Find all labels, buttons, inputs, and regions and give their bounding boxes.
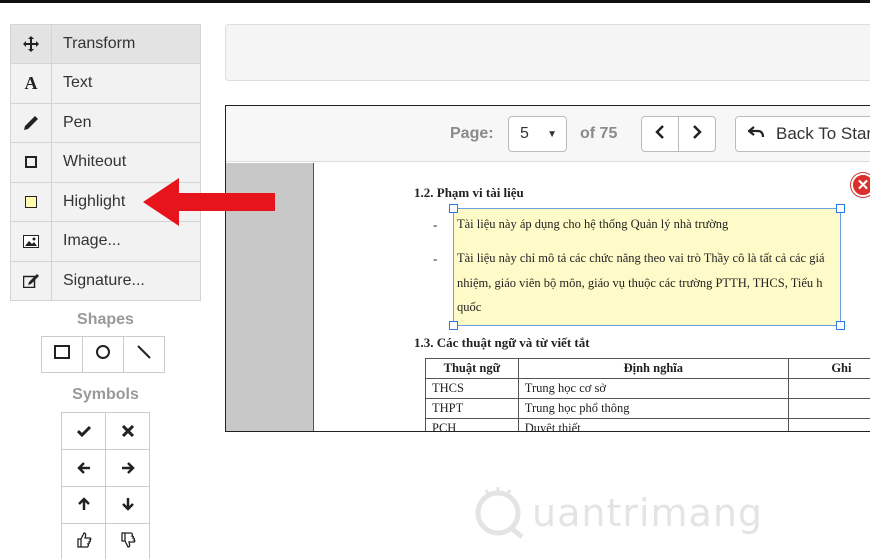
table-header: Ghi — [787, 358, 870, 379]
highlight-square-icon — [11, 182, 52, 221]
tool-label: Text — [63, 74, 93, 92]
circle-shape-button[interactable] — [82, 336, 124, 373]
table-header: Định nghĩa — [517, 358, 789, 379]
thumbs-down-icon — [120, 531, 136, 553]
watermark-text: uantrimang — [532, 491, 764, 535]
document-text: nhiệm, giáo viên bộ môn, giáo vụ thuộc c… — [457, 276, 823, 290]
table-cell: Trung học cơ sở — [517, 378, 789, 399]
document-page: 1.2. Phạm vi tài liệu - Tài liệu này áp … — [315, 163, 870, 431]
rectangle-shape-button[interactable] — [41, 336, 83, 373]
tool-label: Pen — [63, 113, 92, 131]
table-cell — [787, 378, 870, 399]
arrow-right-symbol-button[interactable] — [105, 449, 150, 487]
watermark-logo: uantrimang — [470, 483, 770, 543]
image-icon — [11, 222, 52, 261]
table-cell: THPT — [425, 398, 519, 419]
top-toolbar-area — [225, 24, 870, 81]
table-cell: Trung học phổ thông — [517, 398, 789, 419]
arrow-down-icon — [121, 495, 134, 516]
viewer-toolbar: Page: 5 ▼ of 75 Back To Star — [226, 106, 870, 162]
top-border — [0, 0, 870, 3]
whiteout-square-icon — [11, 143, 52, 182]
tool-text[interactable]: A Text — [10, 64, 201, 104]
thumbs-up-icon — [76, 531, 92, 553]
tool-label: Signature... — [63, 271, 145, 289]
tool-label: Transform — [63, 35, 136, 52]
thumbs-down-symbol-button[interactable] — [105, 523, 150, 559]
next-page-button[interactable] — [678, 116, 716, 152]
chevron-right-icon — [692, 124, 702, 144]
tool-panel: Transform A Text Pen Whiteout Highlight … — [10, 24, 201, 301]
table-header-row: Thuật ngữ Định nghĩa Ghi — [425, 358, 870, 379]
back-to-start-button[interactable]: Back To Star — [735, 116, 870, 152]
chevron-left-icon — [655, 124, 665, 144]
arrow-down-symbol-button[interactable] — [105, 486, 150, 524]
prev-page-button[interactable] — [641, 116, 679, 152]
table-cell — [787, 418, 870, 431]
bullet-dash: - — [433, 217, 438, 232]
close-icon: ✕ — [856, 177, 870, 194]
page-count-label: of 75 — [580, 125, 618, 142]
arrow-left-icon — [76, 458, 91, 479]
section-heading: 1.3. Các thuật ngữ và từ viết tắt — [414, 335, 590, 350]
table-cell: Duyệt thiết — [517, 418, 789, 431]
move-icon — [11, 25, 52, 63]
pdf-viewer: Page: 5 ▼ of 75 Back To Star 1.2. Phạm v… — [225, 105, 870, 432]
table-cell: THCS — [425, 378, 519, 399]
resize-handle[interactable] — [836, 321, 845, 330]
table-row: PCH Duyệt thiết — [425, 418, 870, 431]
line-icon — [136, 344, 152, 365]
back-to-start-label: Back To Star — [776, 124, 870, 143]
tool-pen[interactable]: Pen — [10, 103, 201, 143]
symbols-title: Symbols — [72, 386, 139, 403]
arrow-left-symbol-button[interactable] — [61, 449, 106, 487]
pen-icon — [11, 103, 52, 142]
x-symbol-button[interactable] — [105, 412, 150, 450]
table-row: THCS Trung học cơ sở — [425, 378, 870, 399]
page-label: Page: — [450, 125, 494, 142]
caret-down-icon: ▼ — [547, 129, 557, 140]
page-nav-group — [641, 116, 716, 152]
terms-table: Thuật ngữ Định nghĩa Ghi THCS Trung học … — [425, 358, 870, 431]
rectangle-icon — [54, 345, 70, 364]
arrow-up-symbol-button[interactable] — [61, 486, 106, 524]
document-text: Tài liệu này áp dụng cho hệ thống Quản l… — [457, 217, 729, 231]
tool-label: Highlight — [63, 192, 126, 210]
tool-signature[interactable]: Signature... — [10, 261, 201, 301]
resize-handle[interactable] — [449, 321, 458, 330]
page-select-value: 5 — [520, 125, 529, 142]
symbols-grid — [61, 412, 150, 559]
table-cell: PCH — [425, 418, 519, 431]
thumbs-up-symbol-button[interactable] — [61, 523, 106, 559]
resize-handle[interactable] — [836, 204, 845, 213]
red-arrow-icon — [143, 176, 277, 233]
tool-label: Image... — [63, 232, 121, 250]
bullet-dash: - — [433, 251, 438, 266]
check-icon — [76, 421, 91, 442]
signature-icon — [11, 261, 52, 300]
check-symbol-button[interactable] — [61, 412, 106, 450]
arrow-up-icon — [77, 495, 90, 516]
table-cell — [787, 398, 870, 419]
document-text: quốc — [457, 300, 482, 314]
table-header: Thuật ngữ — [425, 358, 519, 379]
table-row: THPT Trung học phổ thông — [425, 398, 870, 419]
section-heading: 1.2. Phạm vi tài liệu — [414, 185, 524, 200]
x-icon — [121, 421, 134, 442]
resize-handle[interactable] — [449, 204, 458, 213]
tool-transform[interactable]: Transform — [10, 24, 201, 64]
circle-icon — [95, 344, 111, 365]
tool-label: Whiteout — [63, 153, 127, 171]
delete-annotation-button[interactable]: ✕ — [851, 173, 870, 197]
document-text: Tài liệu này chỉ mô tả các chức năng the… — [457, 251, 825, 265]
page-select[interactable]: 5 ▼ — [508, 116, 567, 152]
shapes-group — [41, 336, 165, 373]
arrow-right-icon — [121, 458, 135, 479]
reply-arrow-icon — [747, 125, 765, 143]
shapes-title: Shapes — [77, 311, 134, 328]
text-icon: A — [11, 64, 52, 103]
line-shape-button[interactable] — [123, 336, 165, 373]
